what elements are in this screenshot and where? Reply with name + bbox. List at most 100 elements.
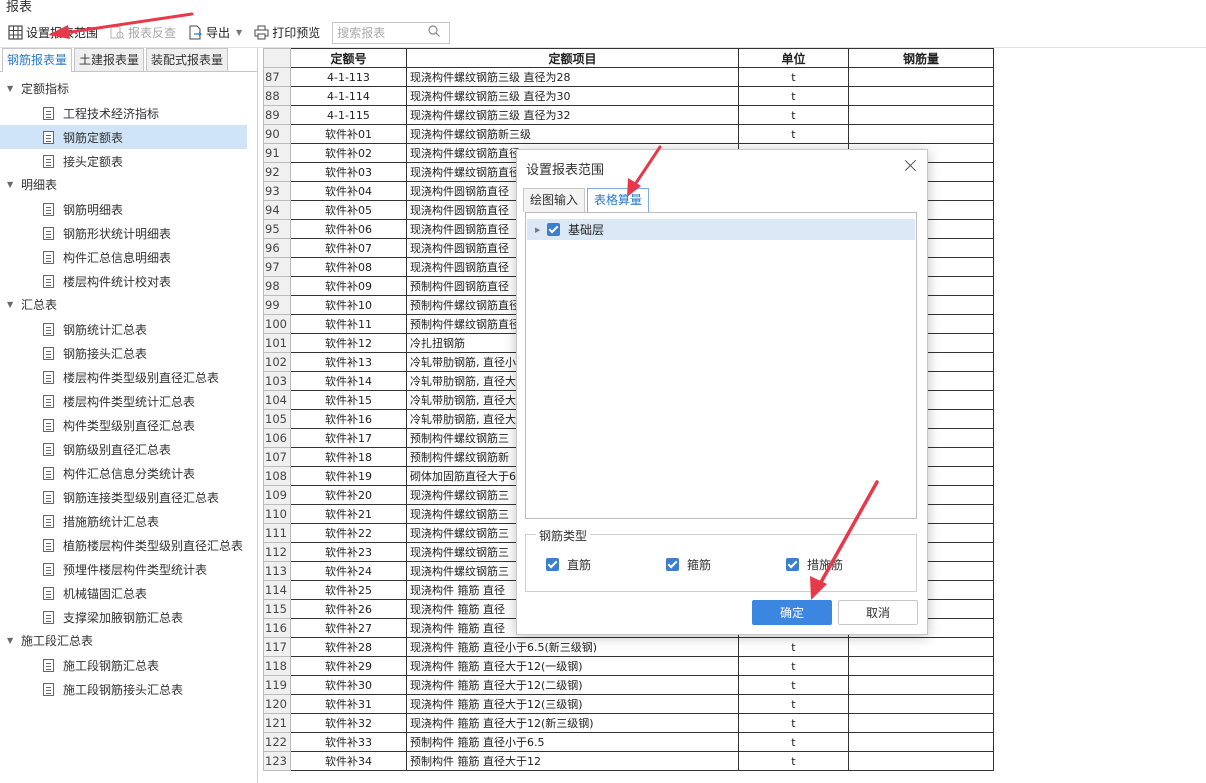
cell-code: 软件补03 xyxy=(289,162,407,182)
straight-bar-checkbox[interactable] xyxy=(546,558,559,571)
tree-group[interactable]: ▼ 施工段汇总表 xyxy=(0,629,257,653)
cell-code: 4-1-113 xyxy=(289,67,407,87)
tree-item[interactable]: 预埋件楼层构件类型统计表 xyxy=(0,557,247,581)
stirrup-checkbox[interactable] xyxy=(666,558,679,571)
chevron-down-icon[interactable]: ▼ xyxy=(7,173,21,197)
cell-code: 软件补21 xyxy=(289,504,407,524)
tree-item[interactable]: 支撑梁加腋钢筋汇总表 xyxy=(0,605,247,629)
print-preview-button[interactable]: 打印预览 xyxy=(250,22,324,44)
row-number: 87 xyxy=(263,67,291,87)
tab-prefab-report[interactable]: 装配式报表量 xyxy=(146,48,229,71)
rebar-type-group: 钢筋类型 直筋 箍筋 措施筋 xyxy=(525,527,917,592)
table-row[interactable]: 117 软件补28 现浇构件 箍筋 直径小于6.5(新三级钢) t xyxy=(263,637,994,657)
col-header-item: 定额项目 xyxy=(405,48,739,68)
tree-item[interactable]: 植筋楼层构件类型级别直径汇总表 xyxy=(0,533,247,557)
tree-group[interactable]: ▼ 明细表 xyxy=(0,173,257,197)
tree-item-label: 施工段钢筋接头汇总表 xyxy=(63,682,184,697)
chevron-down-icon[interactable]: ▼ xyxy=(7,629,21,653)
chevron-down-icon[interactable]: ▼ xyxy=(7,293,21,317)
cell-code: 软件补02 xyxy=(289,143,407,163)
table-row[interactable]: 90 软件补01 现浇构件螺纹钢筋新三级 t xyxy=(263,124,994,144)
row-number: 104 xyxy=(263,390,291,410)
tree-item[interactable]: 施工段钢筋汇总表 xyxy=(0,653,247,677)
tab-civil-report[interactable]: 土建报表量 xyxy=(74,48,145,71)
table-row[interactable]: 120 软件补31 现浇构件 箍筋 直径大于12(三级钢) t xyxy=(263,694,994,714)
tree-item[interactable]: 施工段钢筋接头汇总表 xyxy=(0,677,247,701)
tree-group[interactable]: ▼ 汇总表 xyxy=(0,293,257,317)
tree-item[interactable]: 钢筋级别直径汇总表 xyxy=(0,437,247,461)
cell-code: 软件补04 xyxy=(289,181,407,201)
cell-item: 现浇构件 箍筋 直径大于12(二级钢) xyxy=(405,675,739,695)
toolbar: 设置报表范围 报表反查 导出 ▼ 打印预览 xyxy=(0,18,1206,48)
close-icon[interactable] xyxy=(903,158,919,174)
cell-qty xyxy=(847,124,994,144)
tree-item[interactable]: 楼层构件统计校对表 xyxy=(0,269,247,293)
table-row[interactable]: 89 4-1-115 现浇构件螺纹钢筋三级 直径为32 t xyxy=(263,105,994,125)
option-stirrup[interactable]: 箍筋 xyxy=(666,556,711,573)
tree-item[interactable]: 接头定额表 xyxy=(0,149,247,173)
tab-rebar-report[interactable]: 钢筋报表量 xyxy=(2,48,73,72)
cell-qty xyxy=(847,105,994,125)
straight-bar-label: 直筋 xyxy=(567,558,592,572)
tree-item[interactable]: 钢筋统计汇总表 xyxy=(0,317,247,341)
tree-item-label: 钢筋统计汇总表 xyxy=(63,322,148,337)
table-row[interactable]: 122 软件补33 预制构件 箍筋 直径小于6.5 t xyxy=(263,732,994,752)
tree-item[interactable]: 构件汇总信息分类统计表 xyxy=(0,461,247,485)
cell-code: 软件补07 xyxy=(289,238,407,258)
table-row[interactable]: 87 4-1-113 现浇构件螺纹钢筋三级 直径为28 t xyxy=(263,67,994,87)
search-icon[interactable] xyxy=(427,24,441,41)
search-input[interactable] xyxy=(333,23,428,42)
measure-bar-checkbox[interactable] xyxy=(786,558,799,571)
cell-code: 软件补24 xyxy=(289,561,407,581)
report-doc-icon xyxy=(43,658,54,672)
app-title: 报表 xyxy=(6,0,33,15)
tree-item[interactable]: 钢筋定额表 xyxy=(0,125,247,149)
cell-code: 4-1-115 xyxy=(289,105,407,125)
floor-checkbox[interactable] xyxy=(547,223,560,236)
table-row[interactable]: 88 4-1-114 现浇构件螺纹钢筋三级 直径为30 t xyxy=(263,86,994,106)
expand-icon[interactable]: ▶ xyxy=(535,226,547,234)
tree-group[interactable]: ▼ 定额指标 xyxy=(0,77,257,101)
report-doc-icon xyxy=(43,394,54,408)
tree-item[interactable]: 构件类型级别直径汇总表 xyxy=(0,413,247,437)
tree-item[interactable]: 机械锚固汇总表 xyxy=(0,581,247,605)
cell-qty xyxy=(847,67,994,87)
tree-item[interactable]: 钢筋明细表 xyxy=(0,197,247,221)
rebar-type-legend: 钢筋类型 xyxy=(536,527,591,544)
cell-item: 现浇构件螺纹钢筋三级 直径为28 xyxy=(405,67,739,87)
tree-item[interactable]: 钢筋连接类型级别直径汇总表 xyxy=(0,485,247,509)
tab-drawing-input[interactable]: 绘图输入 xyxy=(523,188,586,212)
table-row[interactable]: 121 软件补32 现浇构件 箍筋 直径大于12(新三级钢) t xyxy=(263,713,994,733)
tree-item[interactable]: 钢筋接头汇总表 xyxy=(0,341,247,365)
tree-item[interactable]: 构件汇总信息明细表 xyxy=(0,245,247,269)
tree-item[interactable]: 措施筋统计汇总表 xyxy=(0,509,247,533)
reverse-check-button[interactable]: 报表反查 xyxy=(106,22,180,44)
cell-code: 软件补12 xyxy=(289,333,407,353)
cell-code: 软件补33 xyxy=(289,732,407,752)
reverse-check-label: 报表反查 xyxy=(128,26,177,40)
tree-item[interactable]: 楼层构件类型级别直径汇总表 xyxy=(0,365,247,389)
tree-item[interactable]: 工程技术经济指标 xyxy=(0,101,247,125)
tree-item-label: 接头定额表 xyxy=(63,154,124,169)
cell-qty xyxy=(847,732,994,752)
option-straight-bar[interactable]: 直筋 xyxy=(546,556,591,573)
cell-code: 软件补20 xyxy=(289,485,407,505)
ok-button[interactable]: 确定 xyxy=(752,600,832,625)
row-number: 122 xyxy=(263,732,291,752)
tab-table-calc[interactable]: 表格算量 xyxy=(587,188,650,212)
table-row[interactable]: 123 软件补34 预制构件 箍筋 直径大于12 t xyxy=(263,751,994,771)
export-button[interactable]: 导出 ▼ xyxy=(184,22,246,44)
row-number: 110 xyxy=(263,504,291,524)
chevron-down-icon[interactable]: ▼ xyxy=(7,77,21,101)
tree-item[interactable]: 楼层构件类型统计汇总表 xyxy=(0,389,247,413)
chevron-down-icon[interactable]: ▼ xyxy=(236,28,242,37)
option-measure-bar[interactable]: 措施筋 xyxy=(786,556,843,573)
table-row[interactable]: 119 软件补30 现浇构件 箍筋 直径大于12(二级钢) t xyxy=(263,675,994,695)
set-range-button[interactable]: 设置报表范围 xyxy=(4,22,102,44)
cell-item: 预制构件 箍筋 直径小于6.5 xyxy=(405,732,739,752)
cancel-button[interactable]: 取消 xyxy=(838,600,918,625)
report-doc-icon xyxy=(43,370,54,384)
tree-item[interactable]: 钢筋形状统计明细表 xyxy=(0,221,247,245)
floor-tree-node[interactable]: ▶ 基础层 xyxy=(527,219,915,240)
table-row[interactable]: 118 软件补29 现浇构件 箍筋 直径大于12(一级钢) t xyxy=(263,656,994,676)
